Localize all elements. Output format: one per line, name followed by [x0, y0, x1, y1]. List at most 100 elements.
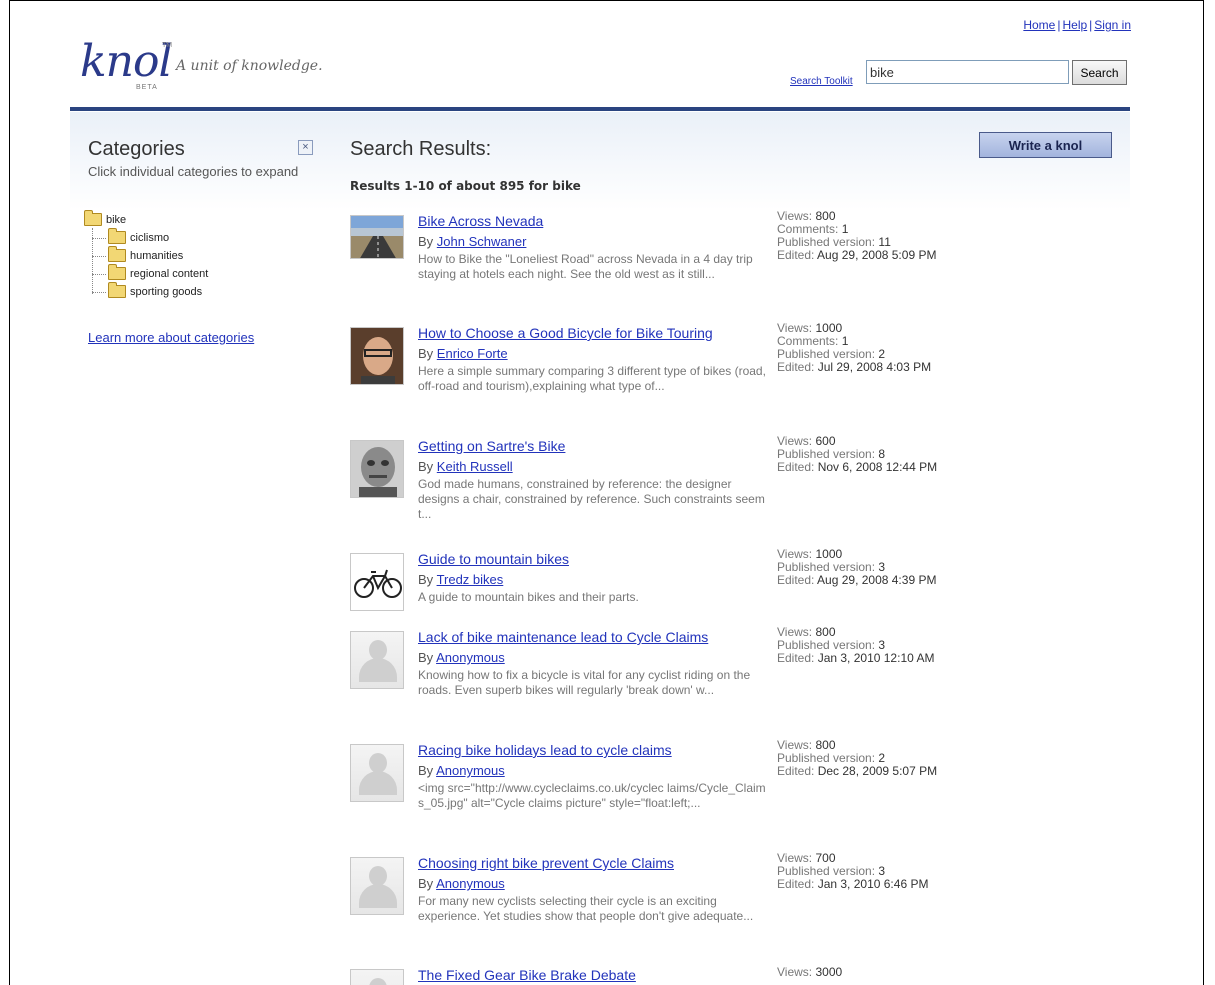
tree-line — [92, 292, 106, 293]
by-label: By — [418, 572, 434, 587]
result-item: Bike Across Nevada By John Schwaner How … — [350, 210, 990, 323]
search-input[interactable] — [866, 60, 1069, 84]
logo-wordmark: knol — [80, 36, 173, 87]
edited-label: Edited: — [777, 360, 815, 374]
tree-line — [92, 238, 106, 239]
edited-value: Nov 6, 2008 12:44 PM — [817, 460, 938, 474]
avatar-body-shape — [359, 884, 397, 908]
views-value: 1000 — [815, 321, 843, 335]
search-results-title: Search Results: — [350, 138, 492, 160]
author-link[interactable]: Anonymous — [436, 876, 505, 891]
category-root[interactable]: bike — [84, 209, 208, 230]
placeholder-avatar-icon[interactable] — [350, 631, 404, 689]
result-byline: By Enrico Forte — [418, 346, 508, 361]
by-label: By — [418, 459, 434, 474]
result-byline: By Keith Russell — [418, 459, 513, 474]
bicycle-icon[interactable] — [350, 553, 404, 611]
category-item-ciclismo[interactable]: ciclismo — [84, 227, 208, 248]
category-item-regional-content[interactable]: regional content — [84, 263, 209, 284]
comments-label: Comments: — [777, 222, 839, 236]
result-item: Racing bike holidays lead to cycle claim… — [350, 739, 990, 852]
result-meta: Views: 700 Published version: 3 Edited: … — [777, 852, 928, 891]
folder-icon — [108, 227, 126, 244]
edited-value: Jul 29, 2008 4:03 PM — [817, 360, 932, 374]
search-button[interactable]: Search — [1072, 60, 1127, 85]
logo-tagline: A unit of knowledge. — [176, 58, 323, 74]
result-snippet: <img src="http://www.cycleclaims.co.uk/c… — [418, 781, 766, 810]
avatar-head-shape — [369, 753, 387, 773]
views-label: Views: — [777, 434, 813, 448]
by-label: By — [418, 763, 434, 778]
category-item-sporting-goods[interactable]: sporting goods — [84, 281, 208, 302]
views-label: Views: — [777, 738, 813, 752]
author-link[interactable]: Keith Russell — [437, 459, 513, 474]
result-snippet: A guide to mountain bikes and their part… — [418, 590, 639, 604]
folder-icon — [84, 209, 102, 226]
search-toolkit-link[interactable]: Search Toolkit — [790, 76, 853, 87]
avatar-head-shape — [369, 866, 387, 886]
published-label: Published version: — [777, 560, 876, 574]
road-photo-thumbnail[interactable] — [350, 215, 404, 259]
result-meta: Views: 3000 — [777, 967, 842, 979]
views-value: 800 — [815, 209, 836, 223]
views-value: 700 — [815, 851, 836, 865]
author-link[interactable]: Enrico Forte — [437, 346, 508, 361]
author-link[interactable]: Tredz bikes — [437, 572, 504, 587]
close-icon[interactable]: × — [298, 140, 313, 155]
placeholder-avatar-icon[interactable] — [350, 857, 404, 915]
views-value: 3000 — [815, 967, 843, 979]
logo-trademark: TM — [162, 42, 173, 49]
author-link[interactable]: Anonymous — [436, 763, 505, 778]
edited-label: Edited: — [777, 248, 815, 262]
placeholder-avatar-icon[interactable] — [350, 969, 404, 985]
category-item-humanities[interactable]: humanities — [84, 245, 208, 266]
published-value: 11 — [878, 235, 891, 249]
author-link[interactable]: John Schwaner — [437, 234, 527, 249]
result-title-link[interactable]: Bike Across Nevada — [418, 213, 543, 229]
category-label: bike — [106, 214, 127, 226]
result-meta: Views: 1000 Published version: 3 Edited:… — [777, 548, 936, 587]
result-title-link[interactable]: Getting on Sartre's Bike — [418, 438, 565, 454]
write-knol-button[interactable]: Write a knol — [979, 132, 1112, 158]
folder-icon — [108, 263, 126, 280]
edited-value: Aug 29, 2008 5:09 PM — [817, 248, 937, 262]
result-snippet: Here a simple summary comparing 3 differ… — [418, 364, 766, 393]
result-title-link[interactable]: Choosing right bike prevent Cycle Claims — [418, 855, 674, 871]
by-label: By — [418, 234, 434, 249]
result-title-link[interactable]: The Fixed Gear Bike Brake Debate — [418, 967, 636, 983]
help-link[interactable]: Help — [1062, 18, 1087, 32]
result-byline: By Anonymous — [418, 650, 505, 665]
result-title-link[interactable]: Racing bike holidays lead to cycle claim… — [418, 742, 672, 758]
placeholder-avatar-icon[interactable] — [350, 744, 404, 802]
by-label: By — [418, 876, 434, 891]
face-photo-thumbnail[interactable] — [350, 327, 404, 385]
published-value: 8 — [878, 447, 886, 461]
edited-label: Edited: — [777, 877, 815, 891]
home-link[interactable]: Home — [1023, 18, 1055, 32]
result-item: Getting on Sartre's Bike By Keith Russel… — [350, 435, 990, 548]
knol-logo[interactable]: knol TM BETA A unit of knowledge. — [80, 36, 340, 100]
sign-in-link[interactable]: Sign in — [1094, 18, 1131, 32]
category-label: humanities — [130, 250, 184, 262]
edited-label: Edited: — [777, 573, 815, 587]
category-label: regional content — [130, 268, 209, 280]
result-byline: By Anonymous — [418, 763, 505, 778]
learn-more-categories-link[interactable]: Learn more about categories — [88, 330, 254, 345]
author-link[interactable]: Anonymous — [436, 650, 505, 665]
logo-beta: BETA — [136, 84, 158, 91]
views-label: Views: — [777, 851, 813, 865]
bw-face-photo-thumbnail[interactable] — [350, 440, 404, 498]
result-meta: Views: 800 Published version: 2 Edited: … — [777, 739, 937, 778]
categories-subtitle: Click individual categories to expand — [88, 164, 299, 179]
result-byline: By John Schwaner — [418, 234, 526, 249]
result-title-link[interactable]: How to Choose a Good Bicycle for Bike To… — [418, 325, 713, 341]
views-value: 600 — [815, 434, 836, 448]
result-title-link[interactable]: Guide to mountain bikes — [418, 551, 569, 567]
result-snippet: How to Bike the "Loneliest Road" across … — [418, 252, 753, 281]
published-label: Published version: — [777, 235, 876, 249]
published-label: Published version: — [777, 638, 876, 652]
avatar-head-shape — [369, 978, 387, 985]
by-label: By — [418, 346, 434, 361]
result-title-link[interactable]: Lack of bike maintenance lead to Cycle C… — [418, 629, 708, 645]
edited-value: Aug 29, 2008 4:39 PM — [817, 573, 937, 587]
